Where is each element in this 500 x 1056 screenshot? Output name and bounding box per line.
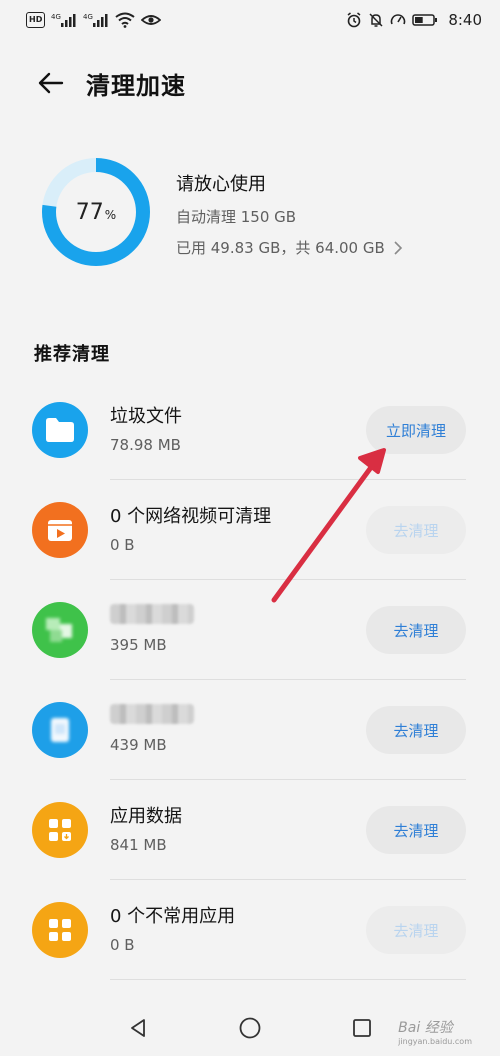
- item-title: 应用数据: [110, 806, 182, 827]
- net-label-1: 4G: [51, 13, 61, 21]
- item-icon-2: [32, 602, 88, 658]
- item-size: 0 B: [110, 536, 135, 554]
- section-title: 推荐清理: [34, 344, 110, 365]
- go-clean-button[interactable]: 去清理: [366, 606, 466, 654]
- watermark-text: Bai 经验: [398, 1020, 453, 1036]
- app-icon: [46, 618, 72, 642]
- list-item-unused-apps[interactable]: 0 个不常用应用 0 B 去清理: [0, 880, 500, 980]
- item-size: 841 MB: [110, 836, 167, 854]
- item-title: 0 个不常用应用: [110, 906, 236, 927]
- nav-back-button[interactable]: [118, 1008, 158, 1048]
- signal-4g-icon-1: 4G: [51, 12, 77, 28]
- nav-recents-button[interactable]: [342, 1008, 382, 1048]
- grid-icon: [49, 819, 71, 841]
- item-icon-0: [32, 402, 88, 458]
- usage-percent-number: 77: [75, 199, 104, 225]
- battery-icon: [412, 12, 438, 28]
- list-item-app-blurred-1[interactable]: 395 MB 去清理: [0, 580, 500, 680]
- go-clean-button[interactable]: 去清理: [366, 706, 466, 754]
- page-title: 清理加速: [86, 71, 186, 100]
- circle-home-icon: [239, 1017, 261, 1039]
- net-label-2: 4G: [83, 13, 93, 21]
- clean-now-button[interactable]: 立即清理: [366, 406, 466, 454]
- item-icon-3: [32, 702, 88, 758]
- list-item-app-data[interactable]: 应用数据 841 MB 去清理: [0, 780, 500, 880]
- signal-4g-icon-2: 4G: [83, 12, 109, 28]
- chevron-right-icon: [394, 240, 402, 255]
- usage-percent: 77%: [40, 156, 152, 268]
- usage-percent-unit: %: [104, 208, 117, 222]
- wifi-icon: [115, 12, 135, 28]
- video-icon: [48, 520, 72, 541]
- alarm-icon: [346, 12, 362, 28]
- arrow-left-icon: [38, 72, 64, 94]
- list-item-online-video[interactable]: 0 个网络视频可清理 0 B 去清理: [0, 480, 500, 580]
- status-time: 8:40: [448, 11, 482, 29]
- go-clean-button[interactable]: 去清理: [366, 906, 466, 954]
- item-icon-1: [32, 502, 88, 558]
- hd-voice-icon: HD: [26, 12, 46, 28]
- nav-home-button[interactable]: [230, 1008, 270, 1048]
- item-icon-5: [32, 902, 88, 958]
- baidu-jingyan-watermark: Bai 经验 jingyan.baidu.com: [398, 1017, 472, 1046]
- eye-comfort-icon: [141, 12, 162, 28]
- list-item-app-blurred-2[interactable]: 439 MB 去清理: [0, 680, 500, 780]
- blurred-app-name: [110, 604, 194, 624]
- status-bar: HD 4G 4G 8:40: [0, 0, 500, 40]
- storage-text: 已用 49.83 GB，共 64.00 GB: [176, 239, 385, 257]
- go-clean-button[interactable]: 去清理: [366, 806, 466, 854]
- blurred-app-name: [110, 704, 194, 724]
- watermark-sub: jingyan.baidu.com: [398, 1037, 472, 1046]
- auto-clean-text: 自动清理 150 GB: [176, 208, 297, 226]
- recommend-list: 垃圾文件 78.98 MB 立即清理 0 个网络视频可清理 0 B 去清理 39…: [0, 380, 500, 980]
- item-title: 垃圾文件: [110, 406, 182, 427]
- back-button[interactable]: [30, 63, 70, 103]
- mute-icon: [368, 12, 384, 28]
- go-clean-button[interactable]: 去清理: [366, 506, 466, 554]
- list-item-junk-files[interactable]: 垃圾文件 78.98 MB 立即清理: [0, 380, 500, 480]
- item-size: 0 B: [110, 936, 135, 954]
- item-size: 395 MB: [110, 636, 167, 654]
- speed-icon: [390, 12, 406, 28]
- summary-title: 请放心使用: [176, 174, 266, 195]
- app-icon: [51, 718, 69, 742]
- storage-summary: 77% 请放心使用 自动清理 150 GB 已用 49.83 GB，共 64.0…: [40, 156, 480, 268]
- divider: [110, 979, 466, 980]
- item-size: 78.98 MB: [110, 436, 181, 454]
- item-size: 439 MB: [110, 736, 167, 754]
- square-recents-icon: [353, 1019, 371, 1037]
- app-header: 清理加速: [0, 58, 500, 108]
- triangle-back-icon: [131, 1019, 145, 1037]
- item-icon-4: [32, 802, 88, 858]
- folder-icon: [46, 418, 74, 442]
- storage-detail-link[interactable]: 已用 49.83 GB，共 64.00 GB: [176, 237, 403, 258]
- grid-icon: [49, 919, 71, 941]
- item-title: 0 个网络视频可清理: [110, 506, 272, 527]
